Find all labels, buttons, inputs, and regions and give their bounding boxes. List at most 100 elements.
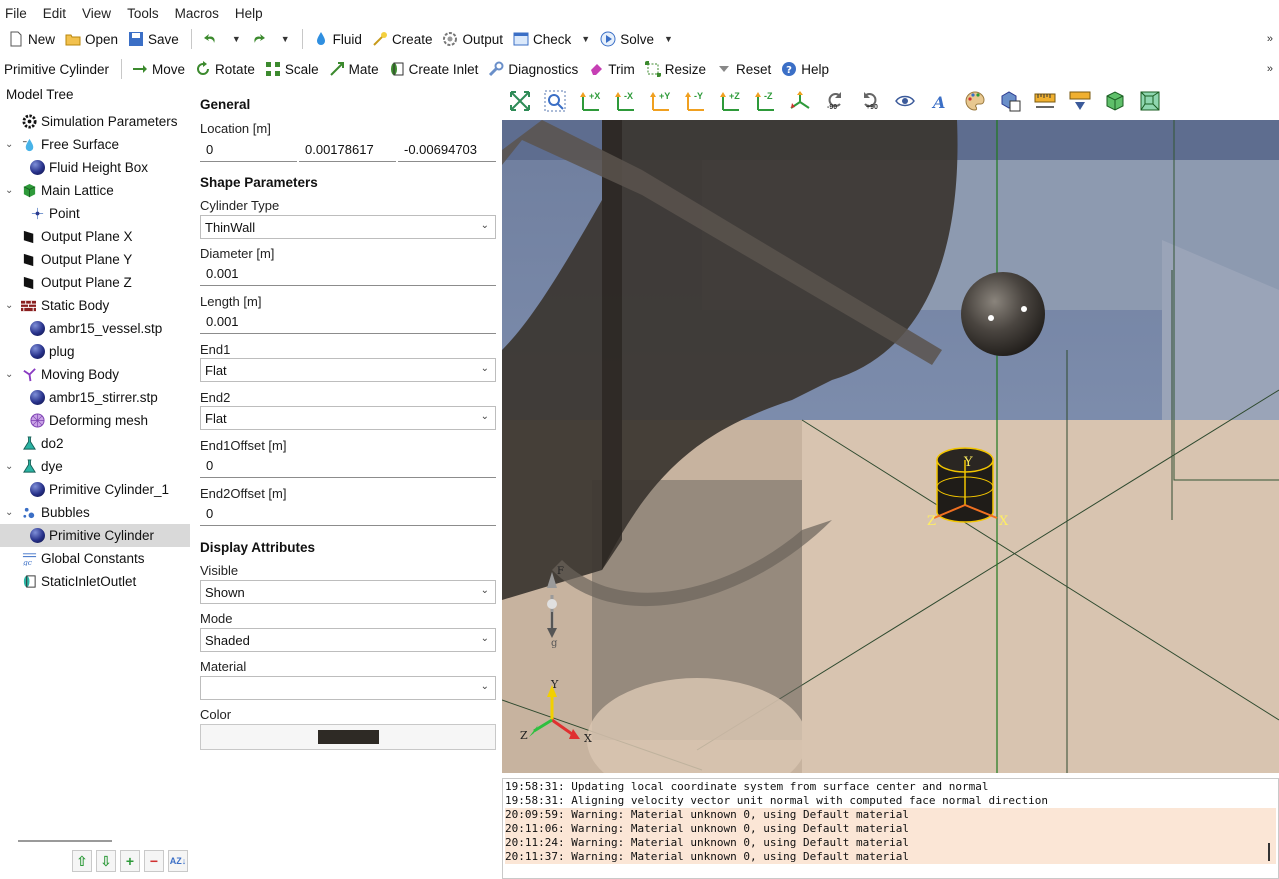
view-plus-x-button[interactable]: +X [578, 89, 602, 113]
menu-view[interactable]: View [82, 6, 111, 21]
length-field[interactable]: 0.001 [200, 310, 496, 334]
check-button[interactable]: Check [509, 27, 575, 51]
diagnostics-button[interactable]: Diagnostics [484, 57, 582, 81]
fluid-button[interactable]: Fluid [309, 27, 366, 51]
new-button[interactable]: New [4, 27, 59, 51]
collapse-arrow-icon[interactable]: ⌄ [5, 369, 13, 380]
menu-tools[interactable]: Tools [127, 6, 159, 21]
tree-item-ambr15-stirrer[interactable]: ambr15_stirrer.stp [0, 386, 192, 409]
wireframe-view-button[interactable] [1138, 89, 1162, 113]
view-cube-button[interactable] [998, 89, 1022, 113]
help-button[interactable]: ? Help [777, 57, 833, 81]
measure-button[interactable] [1068, 89, 1092, 113]
isometric-view-button[interactable] [788, 89, 812, 113]
show-hide-button[interactable] [893, 89, 917, 113]
view-minus-z-button[interactable]: -Z [753, 89, 777, 113]
location-y-field[interactable]: 0.00178617 [299, 138, 396, 162]
tree-item-do2[interactable]: do2 [0, 432, 192, 455]
view-plus-y-button[interactable]: +Y [648, 89, 672, 113]
solid-view-button[interactable] [1103, 89, 1127, 113]
tree-item-ambr15-vessel[interactable]: ambr15_vessel.stp [0, 317, 192, 340]
tree-item-output-plane-x[interactable]: Output Plane X [0, 225, 192, 248]
collapse-arrow-icon[interactable]: ⌄ [5, 300, 13, 311]
sort-az-button[interactable]: AZ↓ [168, 850, 188, 872]
color-palette-button[interactable] [963, 89, 987, 113]
color-picker-button[interactable] [200, 724, 496, 750]
tree-item-fluid-height-box[interactable]: Fluid Height Box [0, 156, 192, 179]
3d-viewport[interactable]: Y X Z F g Y X Z [502, 120, 1279, 773]
zoom-box-button[interactable] [543, 89, 567, 113]
material-select[interactable]: ⌄ [200, 676, 496, 700]
menu-file[interactable]: File [5, 6, 27, 21]
toolbar-overflow-icon[interactable]: » [1267, 63, 1273, 75]
cylinder-type-select[interactable]: ThinWall ⌄ [200, 215, 496, 239]
tree-item-point[interactable]: Point [0, 202, 192, 225]
mate-button[interactable]: Mate [325, 57, 383, 81]
tree-item-output-plane-y[interactable]: Output Plane Y [0, 248, 192, 271]
tree-item-moving-body[interactable]: ⌄ Moving Body [0, 363, 192, 386]
tree-item-output-plane-z[interactable]: Output Plane Z [0, 271, 192, 294]
log-console[interactable]: 19:58:31: Updating local coordinate syst… [502, 778, 1279, 879]
save-button[interactable]: Save [124, 27, 183, 51]
mode-select[interactable]: Shaded ⌄ [200, 628, 496, 652]
tree-scrollbar[interactable] [18, 840, 112, 842]
reset-button[interactable]: Reset [712, 57, 775, 81]
tree-item-global-constants[interactable]: gc Global Constants [0, 547, 192, 570]
create-button[interactable]: Create [368, 27, 437, 51]
text-annotation-button[interactable]: A [928, 89, 952, 113]
tree-item-simulation-parameters[interactable]: Simulation Parameters [0, 110, 192, 133]
create-inlet-button[interactable]: Create Inlet [385, 57, 483, 81]
menu-edit[interactable]: Edit [43, 6, 66, 21]
fit-all-button[interactable] [508, 89, 532, 113]
rotate-plus-90-button[interactable]: +90 [858, 89, 882, 113]
tree-item-static-inlet-outlet[interactable]: StaticInletOutlet [0, 570, 192, 593]
tree-item-primitive-cylinder-1[interactable]: Primitive Cylinder_1 [0, 478, 192, 501]
collapse-arrow-icon[interactable]: ⌄ [5, 507, 13, 518]
rotate-button[interactable]: Rotate [191, 57, 259, 81]
solve-button[interactable]: Solve [596, 27, 658, 51]
collapse-arrow-icon[interactable]: ⌄ [5, 185, 13, 196]
ruler-button[interactable] [1033, 89, 1057, 113]
collapse-arrow-icon[interactable]: ⌄ [5, 139, 13, 150]
end2offset-field[interactable]: 0 [200, 502, 496, 526]
resize-button[interactable]: Resize [641, 57, 710, 81]
end1offset-field[interactable]: 0 [200, 454, 496, 478]
solve-dropdown-icon[interactable]: ▼ [664, 34, 673, 44]
check-dropdown-icon[interactable]: ▼ [581, 34, 590, 44]
view-minus-x-button[interactable]: -X [613, 89, 637, 113]
tree-item-bubbles[interactable]: ⌄ Bubbles [0, 501, 192, 524]
tree-item-deforming-mesh[interactable]: Deforming mesh [0, 409, 192, 432]
menu-macros[interactable]: Macros [175, 6, 219, 21]
end1-select[interactable]: Flat ⌄ [200, 358, 496, 382]
console-scrollbar[interactable] [1268, 843, 1270, 861]
redo-button[interactable] [247, 27, 275, 51]
tree-item-static-body[interactable]: ⌄ Static Body [0, 294, 192, 317]
tree-item-plug[interactable]: plug [0, 340, 192, 363]
location-z-field[interactable]: -0.00694703 [398, 138, 496, 162]
tree-item-free-surface[interactable]: ⌄ Free Surface [0, 133, 192, 156]
remove-item-button[interactable]: − [144, 850, 164, 872]
view-plus-z-button[interactable]: +Z [718, 89, 742, 113]
view-minus-y-button[interactable]: -Y [683, 89, 707, 113]
move-button[interactable]: Move [128, 57, 189, 81]
add-item-button[interactable]: + [120, 850, 140, 872]
menu-help[interactable]: Help [235, 6, 263, 21]
redo-dropdown-icon[interactable]: ▼ [281, 34, 290, 44]
output-button[interactable]: Output [438, 27, 507, 51]
rotate-minus-90-button[interactable]: -90 [823, 89, 847, 113]
trim-button[interactable]: Trim [584, 57, 639, 81]
undo-button[interactable] [198, 27, 226, 51]
move-down-button[interactable]: ⇩ [96, 850, 116, 872]
open-button[interactable]: Open [61, 27, 122, 51]
end2-select[interactable]: Flat ⌄ [200, 406, 496, 430]
location-x-field[interactable]: 0 [200, 138, 297, 162]
visible-select[interactable]: Shown ⌄ [200, 580, 496, 604]
collapse-arrow-icon[interactable]: ⌄ [5, 461, 13, 472]
scale-button[interactable]: Scale [261, 57, 323, 81]
diameter-field[interactable]: 0.001 [200, 262, 496, 286]
undo-dropdown-icon[interactable]: ▼ [232, 34, 241, 44]
move-up-button[interactable]: ⇧ [72, 850, 92, 872]
tree-item-main-lattice[interactable]: ⌄ Main Lattice [0, 179, 192, 202]
toolbar-overflow-icon[interactable]: » [1267, 33, 1273, 45]
tree-item-primitive-cylinder[interactable]: Primitive Cylinder [0, 524, 190, 547]
